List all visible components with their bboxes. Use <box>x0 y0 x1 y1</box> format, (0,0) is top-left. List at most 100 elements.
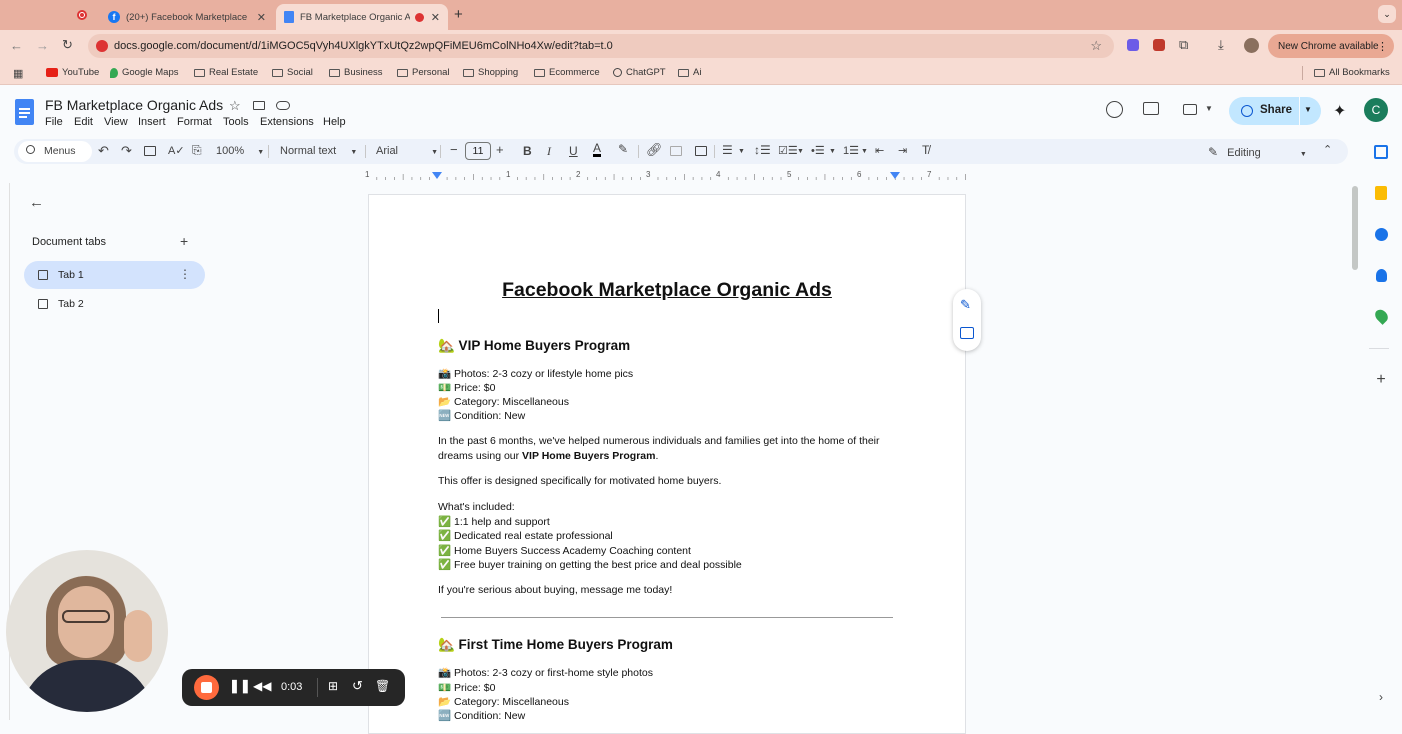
numbered-list-icon[interactable]: 1☰ <box>843 144 859 157</box>
pause-icon[interactable]: ❚❚ <box>229 678 251 694</box>
profile-avatar[interactable] <box>1244 38 1259 53</box>
checklist-icon[interactable]: ☑☰ <box>778 144 798 157</box>
drag-grid-icon[interactable]: ⊞ <box>328 679 338 693</box>
tab-search-icon[interactable]: ⌄ <box>1378 5 1396 23</box>
address-bar[interactable]: docs.google.com/document/d/1iMGOC5qVyh4U… <box>88 34 1114 58</box>
close-sidebar-back-icon[interactable]: ← <box>29 194 44 211</box>
more-vertical-icon[interactable]: ⋮ <box>179 267 191 281</box>
new-tab-icon[interactable]: + <box>454 6 463 23</box>
bookmark-social[interactable]: Social <box>272 67 313 78</box>
add-comment-icon[interactable] <box>960 327 974 339</box>
paragraph-style-select[interactable]: Normal text ▼ <box>280 145 357 157</box>
star-icon[interactable]: ☆ <box>229 98 241 114</box>
redo-icon[interactable]: ↷ <box>121 143 132 159</box>
menu-edit[interactable]: Edit <box>74 116 93 128</box>
menu-view[interactable]: View <box>104 116 128 128</box>
increase-indent-icon[interactable]: ⇥ <box>898 144 907 157</box>
bold-icon[interactable]: B <box>523 144 532 158</box>
trash-icon[interactable]: 🗑︎ <box>375 679 390 693</box>
chevron-down-icon[interactable]: ▼ <box>797 148 804 155</box>
keep-icon[interactable] <box>1373 185 1389 201</box>
contacts-icon[interactable] <box>1373 267 1389 283</box>
docs-logo-icon[interactable] <box>15 99 34 125</box>
bookmark-star-icon[interactable]: ☆ <box>1090 38 1102 54</box>
account-avatar[interactable]: C <box>1364 98 1388 122</box>
link-icon[interactable]: 🔗︎ <box>646 142 663 158</box>
new-chrome-available-button[interactable]: New Chrome available ⋮ <box>1268 34 1394 58</box>
webcam-bubble[interactable] <box>6 550 168 712</box>
close-icon[interactable]: ✕ <box>257 11 266 24</box>
gemini-sparkle-icon[interactable]: ✦ <box>1333 101 1346 121</box>
menu-help[interactable]: Help <box>323 116 346 128</box>
bookmark-real-estate[interactable]: Real Estate <box>194 67 258 78</box>
add-comment-icon[interactable] <box>670 146 682 156</box>
menu-insert[interactable]: Insert <box>138 116 166 128</box>
close-icon[interactable]: ✕ <box>431 11 440 24</box>
bookmark-ai[interactable]: Ai <box>678 67 701 78</box>
vertical-scrollbar[interactable] <box>1352 186 1358 270</box>
chevron-right-icon[interactable]: › <box>1373 689 1389 705</box>
decrease-indent-icon[interactable]: ⇤ <box>875 144 884 157</box>
align-left-icon[interactable]: ☰ <box>722 143 733 157</box>
chevron-down-icon[interactable]: ▼ <box>738 148 745 155</box>
chevron-up-icon[interactable]: ⌃ <box>1323 143 1332 156</box>
paint-format-icon[interactable]: ⎘ <box>192 143 202 158</box>
decrease-font-size-icon[interactable]: − <box>450 142 458 157</box>
apps-grid-icon[interactable]: ▦ <box>13 67 23 80</box>
line-spacing-icon[interactable]: ↕☰ <box>754 143 771 157</box>
add-tab-icon[interactable]: + <box>180 233 188 249</box>
bulleted-list-icon[interactable]: •☰ <box>811 144 825 157</box>
italic-icon[interactable]: I <box>547 144 551 159</box>
menu-tools[interactable]: Tools <box>223 116 249 128</box>
right-indent-marker[interactable] <box>890 172 900 179</box>
reload-icon[interactable]: ↻ <box>62 37 73 53</box>
site-info-icon[interactable] <box>96 40 108 52</box>
highlight-icon[interactable]: ✎ <box>618 142 628 156</box>
bookmark-chatgpt[interactable]: ChatGPT <box>613 67 666 78</box>
left-indent-marker[interactable] <box>432 172 442 179</box>
spellcheck-icon[interactable]: A✓ <box>168 144 185 157</box>
sidebar-tab-2[interactable]: Tab 2 <box>24 290 205 318</box>
text-color-icon[interactable]: A <box>593 142 602 157</box>
browser-tab-docs[interactable]: FB Marketplace Organic A ✕ <box>276 4 448 30</box>
extension-icon[interactable] <box>1153 39 1165 51</box>
sidebar-tab-1[interactable]: Tab 1 ⋮ <box>24 261 205 289</box>
rewind-icon[interactable]: ◀◀ <box>253 679 271 693</box>
increase-font-size-icon[interactable]: + <box>496 142 504 157</box>
version-history-icon[interactable] <box>1106 101 1123 118</box>
underline-icon[interactable]: U <box>569 144 578 158</box>
insert-image-icon[interactable] <box>695 146 707 156</box>
print-icon[interactable] <box>144 146 156 156</box>
tasks-icon[interactable] <box>1373 226 1389 242</box>
chevron-down-icon[interactable]: ▼ <box>829 148 836 155</box>
menus-search[interactable]: Menus <box>18 141 92 162</box>
download-icon[interactable]: ⤓ <box>1218 37 1224 53</box>
maps-icon[interactable] <box>1372 307 1390 325</box>
bookmark-personal[interactable]: Personal <box>397 67 450 78</box>
forward-icon[interactable]: → <box>36 38 49 53</box>
back-icon[interactable]: ← <box>10 38 23 53</box>
comments-icon[interactable] <box>1143 102 1159 115</box>
font-select[interactable]: Arial ▼ <box>376 145 438 157</box>
cloud-status-icon[interactable] <box>276 101 290 110</box>
browser-tab-facebook[interactable]: f (20+) Facebook Marketplace ✕ <box>100 4 274 30</box>
help-me-write-icon[interactable]: ✎ <box>960 297 971 313</box>
bookmark-youtube[interactable]: YouTube <box>46 67 99 78</box>
bookmark-shopping[interactable]: Shopping <box>463 67 518 78</box>
editing-mode-select[interactable]: ✎ Editing ▼ <box>1208 145 1307 159</box>
menu-file[interactable]: File <box>45 116 63 128</box>
bookmark-google-maps[interactable]: Google Maps <box>110 67 179 78</box>
undo-icon[interactable]: ↶ <box>98 143 109 159</box>
chevron-down-icon[interactable]: ▼ <box>861 148 868 155</box>
bookmark-ecommerce[interactable]: Ecommerce <box>534 67 600 78</box>
clear-formatting-icon[interactable]: T̸ <box>922 143 929 157</box>
share-button[interactable]: Share ▼ <box>1229 97 1321 125</box>
calendar-icon[interactable] <box>1373 144 1389 160</box>
bookmark-business[interactable]: Business <box>329 67 383 78</box>
menu-format[interactable]: Format <box>177 116 212 128</box>
extension-icon[interactable] <box>1127 39 1139 51</box>
all-bookmarks[interactable]: All Bookmarks <box>1314 67 1390 78</box>
meet-video-icon[interactable] <box>1183 104 1197 115</box>
chevron-down-icon[interactable]: ▼ <box>1304 105 1312 114</box>
menu-extensions[interactable]: Extensions <box>260 116 314 128</box>
